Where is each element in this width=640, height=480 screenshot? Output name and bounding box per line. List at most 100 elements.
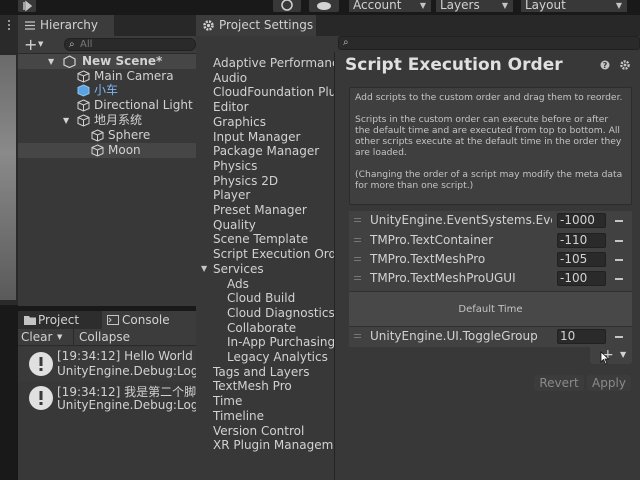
scene-row[interactable]: ▼ New Scene* [18, 54, 196, 69]
collapse-button[interactable]: Collapse [73, 329, 133, 345]
hierarchy-item[interactable]: Main Camera [18, 69, 196, 84]
layers-dropdown[interactable]: Layers ▼ [436, 0, 513, 12]
tab-console[interactable]: Console [102, 311, 196, 329]
chevron-down-icon: ▼ [615, 1, 622, 10]
sidebar-item[interactable]: Version Control [213, 424, 304, 438]
sidebar-item[interactable]: Legacy Analytics [227, 350, 328, 364]
scene-name: New Scene* [82, 54, 163, 68]
script-name: TMPro.TextContainer [370, 233, 494, 247]
sidebar-item[interactable]: Script Execution Order [213, 247, 334, 261]
sidebar-item[interactable]: Ads [227, 277, 249, 291]
hierarchy-item-label: Moon [108, 143, 141, 157]
sidebar-item[interactable]: Package Manager [213, 144, 319, 158]
console-toolbar: Clear ▼ Collapse [18, 329, 196, 346]
sidebar-item[interactable]: Physics [213, 159, 257, 173]
drag-handle-icon[interactable] [354, 238, 361, 242]
order-value-field[interactable]: -100 [557, 271, 606, 286]
sidebar-item[interactable]: Input Manager [213, 130, 301, 144]
order-row[interactable]: UnityEngine.UI.ToggleGroup 10 [349, 327, 632, 346]
package-button[interactable] [273, 0, 301, 12]
sidebar-item[interactable]: Scene Template [213, 232, 308, 246]
tab-project[interactable]: Project [18, 311, 102, 329]
prefab-cube-icon [77, 84, 90, 97]
sidebar-item[interactable]: In-App Purchasing [227, 335, 334, 349]
sidebar-item[interactable]: Time [213, 394, 242, 408]
remove-icon[interactable] [615, 336, 623, 338]
hierarchy-item[interactable]: Sphere [18, 128, 196, 143]
sidebar-item[interactable]: Services [213, 262, 264, 276]
order-value-field[interactable]: -110 [557, 233, 606, 248]
help-text: (Changing the order of a script may modi… [355, 169, 623, 191]
order-value-field[interactable]: -105 [557, 252, 606, 267]
drag-handle-icon[interactable] [354, 257, 361, 261]
page-title: Script Execution Order [345, 55, 563, 75]
layers-label: Layers [440, 0, 480, 12]
sidebar-item[interactable]: TextMesh Pro [213, 379, 292, 393]
remove-icon[interactable] [615, 220, 623, 222]
gameobject-cube-icon [77, 99, 90, 112]
sidebar-item[interactable]: Tags and Layers [213, 365, 309, 379]
settings-sidebar: Adaptive Performance Audio CloudFoundation… [196, 52, 334, 480]
sidebar-item[interactable]: Cloud Build [227, 291, 295, 305]
tab-project-settings[interactable]: Project Settings [196, 15, 316, 36]
log-message: [19:34:12] Hello World [57, 349, 193, 363]
sidebar-item[interactable]: Collaborate [227, 321, 296, 335]
hierarchy-item[interactable]: 小车 [18, 83, 196, 98]
chevron-down-icon: ▼ [57, 333, 63, 341]
sidebar-item[interactable]: Preset Manager [213, 203, 307, 217]
tab-hierarchy[interactable]: Hierarchy [18, 15, 114, 36]
expand-arrow-icon[interactable]: ▼ [201, 264, 207, 273]
hierarchy-item-label: 地月系统 [94, 113, 143, 127]
log-entry[interactable]: [19:34:12] Hello World UnityEngine.Debug… [18, 347, 224, 381]
gameobject-cube-icon [91, 129, 104, 142]
cloud-button[interactable] [309, 0, 339, 12]
order-row[interactable]: TMPro.TextMeshProUGUI -100 [349, 269, 632, 288]
order-row[interactable]: TMPro.TextContainer -110 [349, 231, 632, 250]
sidebar-item[interactable]: Cloud Diagnostics [227, 306, 334, 320]
help-icon[interactable]: ? [600, 60, 610, 70]
search-icon: ⌕ [343, 37, 349, 48]
hierarchy-item[interactable]: Directional Light [18, 98, 196, 113]
hierarchy-item[interactable]: Moon [18, 143, 196, 158]
account-dropdown[interactable]: Account ▼ [349, 0, 431, 12]
order-value-field[interactable]: -1000 [557, 213, 606, 228]
step-button[interactable] [18, 0, 36, 12]
console-icon [107, 315, 119, 325]
sidebar-item[interactable]: Physics 2D [213, 174, 278, 188]
settings-search-input[interactable]: ⌕ [338, 36, 640, 50]
svg-text:?: ? [603, 61, 608, 70]
hierarchy-search-input[interactable]: ⌕ All [64, 38, 196, 51]
sidebar-item[interactable]: Quality [213, 218, 256, 232]
drag-handle-icon[interactable] [354, 218, 361, 222]
hierarchy-item[interactable]: ▼ 地月系统 [18, 113, 196, 128]
step-icon [23, 0, 33, 12]
drag-handle-icon[interactable] [354, 334, 361, 338]
chevron-down-icon[interactable]: ▼ [620, 350, 626, 359]
sidebar-item[interactable]: Player [213, 188, 250, 202]
add-button[interactable]: + ▼ [24, 36, 48, 53]
apply-button[interactable]: Apply [587, 375, 631, 391]
drag-handle-icon[interactable] [354, 276, 361, 280]
order-row[interactable]: TMPro.TextMeshPro -105 [349, 250, 632, 269]
sidebar-item[interactable]: Graphics [213, 115, 266, 129]
script-name: TMPro.TextMeshPro [370, 252, 486, 266]
remove-icon[interactable] [615, 240, 623, 242]
clear-button[interactable]: Clear ▼ [21, 329, 71, 345]
layout-dropdown[interactable]: Layout ▼ [521, 0, 627, 12]
sidebar-item[interactable]: Timeline [213, 409, 264, 423]
chevron-down-icon: ▼ [501, 1, 508, 10]
settings-gear-icon[interactable] [619, 59, 631, 71]
remove-icon[interactable] [615, 259, 623, 261]
revert-button[interactable]: Revert [534, 375, 584, 391]
order-value-field[interactable]: 10 [557, 329, 606, 344]
log-entry[interactable]: [19:34:12] 我是第二个脚本 UnityEngine.Debug:Log… [18, 381, 224, 415]
order-row[interactable]: UnityEngine.EventSystems.EventSystem -10… [349, 211, 632, 230]
sidebar-item[interactable]: CloudFoundation Plugin [213, 85, 334, 99]
menu-dots-icon[interactable] [4, 18, 14, 32]
sidebar-item[interactable]: Audio [213, 71, 247, 85]
sidebar-item[interactable]: Adaptive Performance [213, 56, 334, 70]
sidebar-item[interactable]: XR Plugin Management [213, 438, 334, 452]
gear-icon [202, 19, 215, 32]
sidebar-item[interactable]: Editor [213, 100, 249, 114]
remove-icon[interactable] [615, 278, 623, 280]
